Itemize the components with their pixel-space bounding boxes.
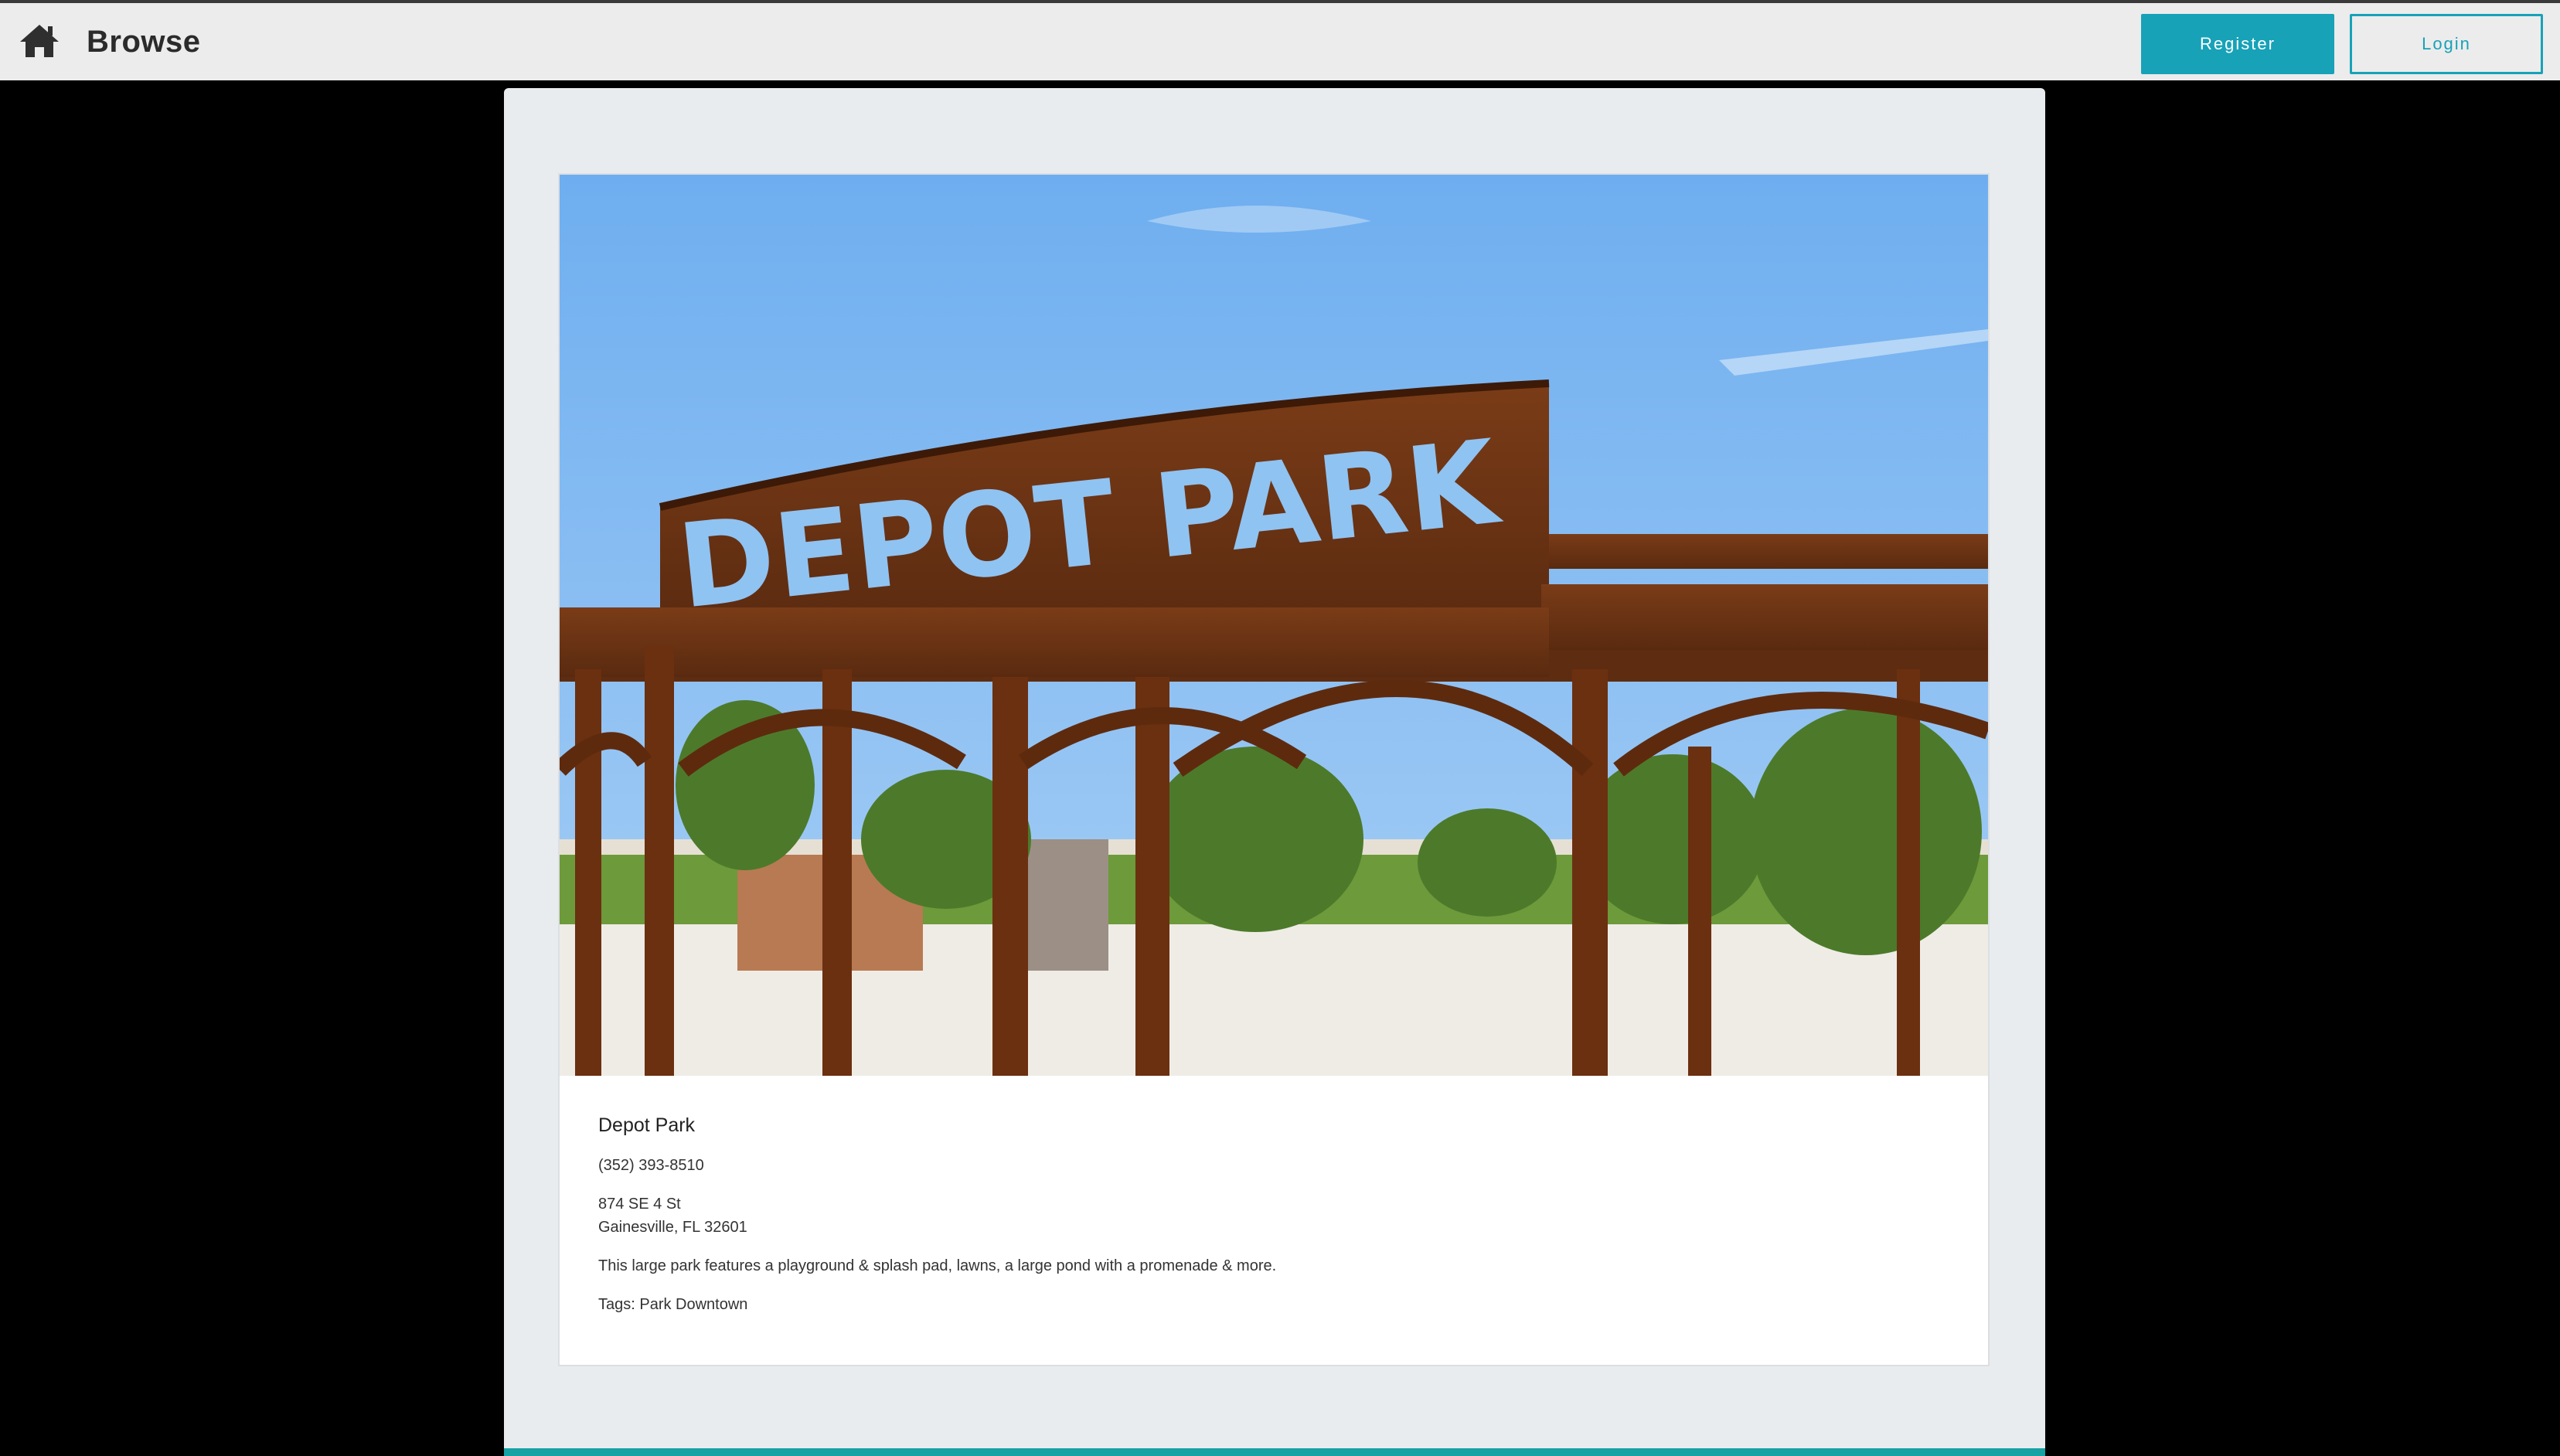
place-photo: DEPOT PARK bbox=[560, 175, 1988, 1076]
place-name: Depot Park bbox=[598, 1114, 696, 1136]
address-line-1: 874 SE 4 St bbox=[598, 1196, 681, 1213]
login-button[interactable]: Login bbox=[2350, 14, 2543, 74]
top-navbar: Browse Register Login bbox=[0, 0, 2560, 80]
place-card: DEPOT PARK Depot Park (352) 393-8510 874… bbox=[558, 173, 1990, 1366]
register-button[interactable]: Register bbox=[2141, 14, 2334, 74]
place-tags: Tags: Park Downtown bbox=[598, 1296, 748, 1313]
place-phone: (352) 393-8510 bbox=[598, 1157, 704, 1174]
address-line-2: Gainesville, FL 32601 bbox=[598, 1219, 747, 1236]
place-details: Depot Park (352) 393-8510 874 SE 4 St Ga… bbox=[598, 1114, 1949, 1316]
panel-accent-bar bbox=[504, 1448, 2045, 1456]
page-title: Browse bbox=[87, 25, 201, 59]
place-description: This large park features a playground & … bbox=[598, 1257, 1277, 1274]
home-icon[interactable] bbox=[19, 22, 60, 60]
